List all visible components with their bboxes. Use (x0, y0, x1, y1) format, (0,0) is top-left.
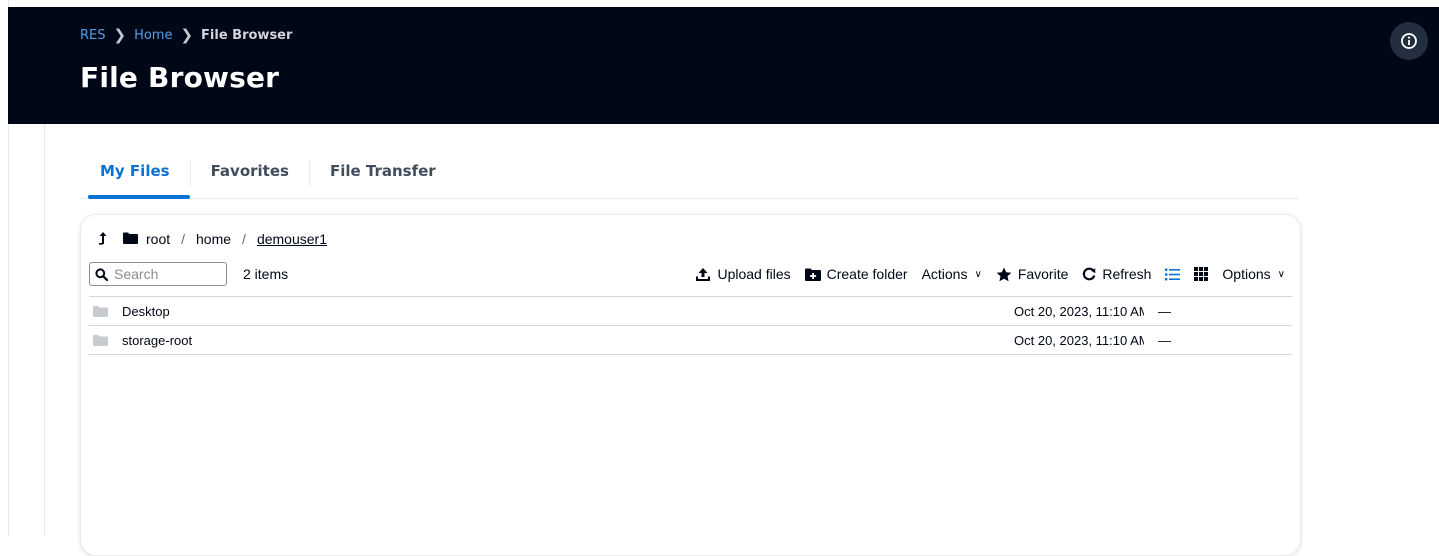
tab-favorites[interactable]: Favorites (191, 160, 309, 198)
path-segment-demouser1[interactable]: demouser1 (257, 231, 327, 247)
path-separator: / (242, 231, 246, 247)
file-size: — (1158, 304, 1171, 319)
file-name: storage-root (122, 333, 193, 348)
search-box[interactable] (89, 262, 227, 286)
star-icon (996, 267, 1012, 281)
upload-icon (696, 267, 711, 281)
refresh-button[interactable]: Refresh (1082, 266, 1151, 282)
file-list: Desktop Oct 20, 2023, 11:10 AM — storage… (89, 296, 1292, 355)
breadcrumb-home[interactable]: Home (134, 28, 172, 43)
folder-plus-icon (804, 268, 821, 281)
create-folder-button[interactable]: Create folder (804, 266, 908, 282)
path-separator: / (181, 231, 186, 247)
actions-dropdown[interactable]: Actions ∨ (922, 266, 982, 282)
toolbar-actions: Upload files Create folder Actions ∨ Fav… (695, 266, 1285, 282)
page-title: File Browser (80, 61, 280, 94)
refresh-icon (1083, 267, 1096, 281)
grid-view-button[interactable] (1194, 267, 1209, 281)
path-segment-root[interactable]: root (146, 231, 170, 247)
file-browser-panel: root / home / demouser1 2 items (80, 214, 1301, 556)
page-header: RES ❯ Home ❯ File Browser File Browser (8, 7, 1439, 124)
file-size: — (1158, 333, 1171, 348)
breadcrumb-separator-icon: ❯ (180, 26, 194, 44)
file-modified: Oct 20, 2023, 11:10 AM (1014, 333, 1144, 348)
folder-icon (93, 335, 108, 346)
path-breadcrumb: root / home / demouser1 (97, 230, 327, 248)
refresh-label: Refresh (1102, 266, 1152, 282)
file-modified: Oct 20, 2023, 11:10 AM (1014, 304, 1144, 319)
actions-label: Actions (921, 266, 968, 282)
tab-my-files[interactable]: My Files (80, 160, 190, 199)
list-view-button[interactable] (1165, 268, 1181, 281)
info-button[interactable] (1390, 22, 1428, 60)
search-input[interactable] (112, 265, 226, 283)
file-name: Desktop (122, 304, 170, 319)
breadcrumb-res[interactable]: RES (80, 28, 106, 43)
breadcrumb: RES ❯ Home ❯ File Browser (80, 26, 293, 44)
options-dropdown[interactable]: Options ∨ (1222, 266, 1285, 282)
folder-icon (123, 231, 138, 247)
items-count: 2 items (243, 266, 289, 282)
grid-view-icon (1194, 267, 1209, 281)
content-area: My Files Favorites File Transfer root / … (44, 124, 1439, 556)
file-row-desktop[interactable]: Desktop Oct 20, 2023, 11:10 AM — (89, 296, 1292, 326)
favorite-button[interactable]: Favorite (996, 266, 1069, 282)
upload-files-label: Upload files (717, 266, 791, 282)
create-folder-label: Create folder (826, 266, 908, 282)
go-up-icon[interactable] (97, 230, 109, 249)
options-label: Options (1222, 266, 1271, 282)
search-icon (95, 267, 108, 281)
info-circle-icon (1401, 33, 1417, 49)
breadcrumb-current: File Browser (201, 28, 293, 43)
favorite-label: Favorite (1017, 266, 1069, 282)
upload-files-button[interactable]: Upload files (695, 266, 791, 282)
file-row-storage-root[interactable]: storage-root Oct 20, 2023, 11:10 AM — (89, 326, 1292, 355)
breadcrumb-separator-icon: ❯ (113, 26, 127, 44)
tab-list: My Files Favorites File Transfer (80, 160, 1299, 199)
path-segment-home[interactable]: home (196, 231, 231, 247)
tab-file-transfer[interactable]: File Transfer (310, 160, 456, 198)
list-view-icon (1165, 268, 1181, 280)
chevron-down-icon: ∨ (974, 268, 982, 280)
toolbar: 2 items Upload files Create folder (89, 261, 1285, 287)
chevron-down-icon: ∨ (1277, 268, 1285, 280)
folder-icon (93, 306, 108, 317)
